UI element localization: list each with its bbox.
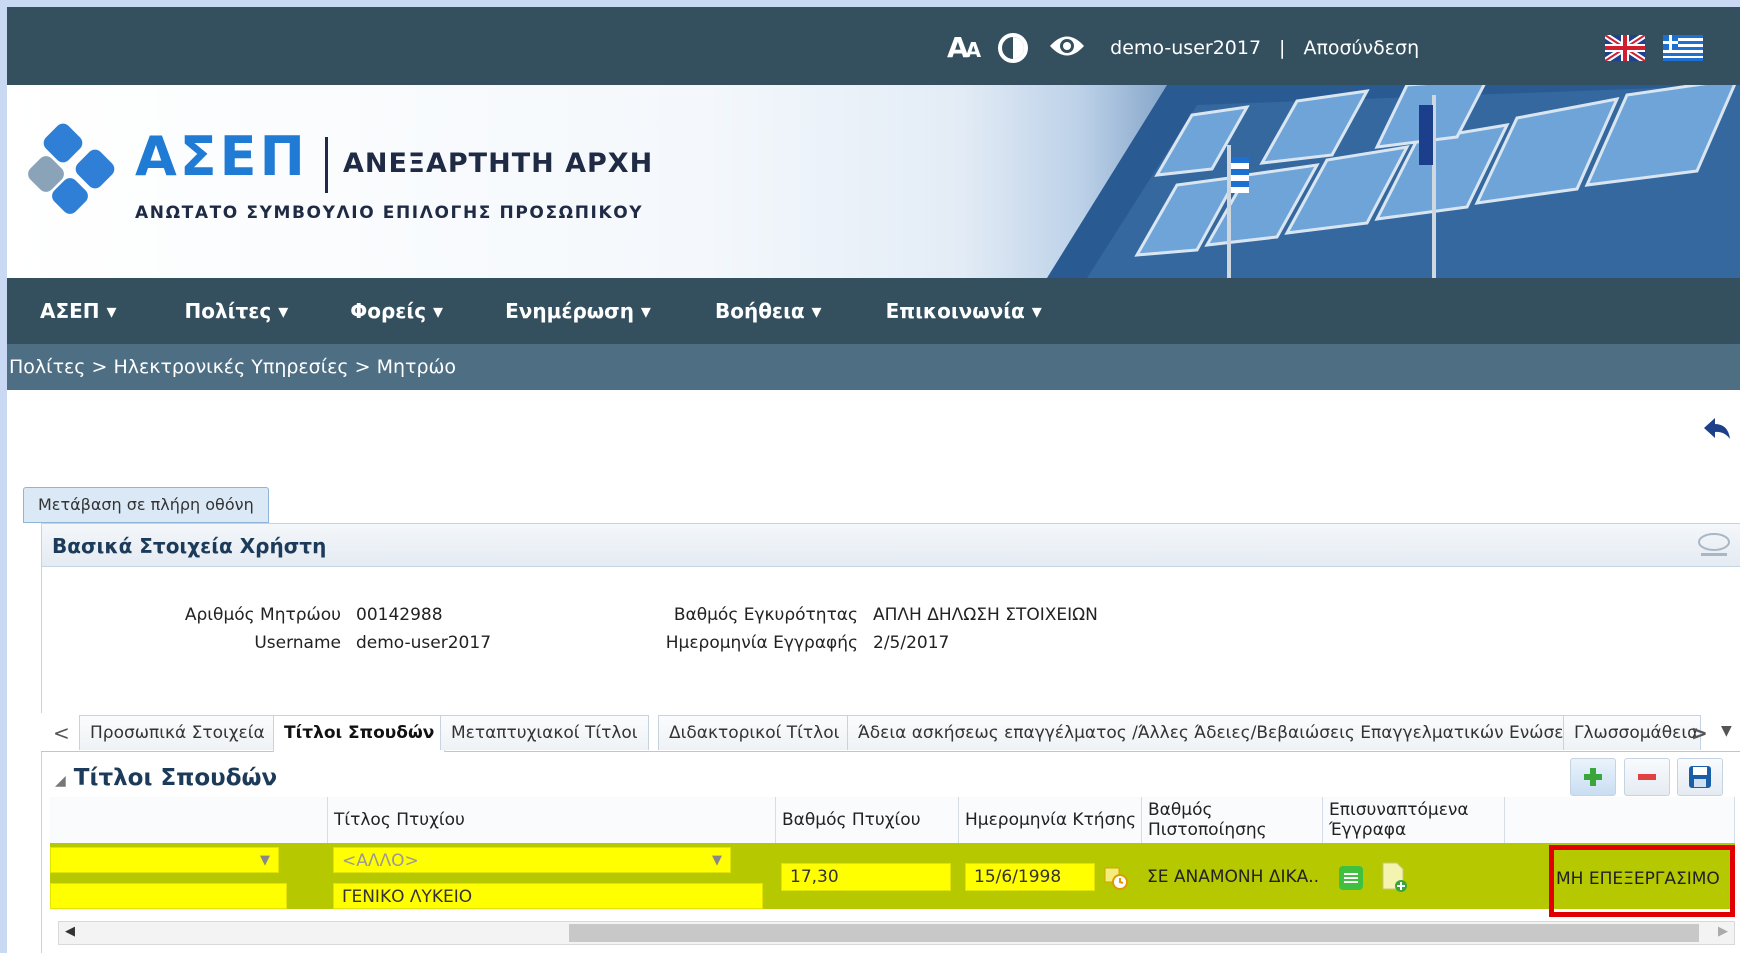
- type-text-field[interactable]: [50, 883, 287, 909]
- grid-title: ◢ Τίτλοι Σπουδών: [55, 765, 277, 791]
- degree-title-select-value: <ΑΛΛΟ>: [342, 851, 419, 871]
- logo-title: ΑΣΕΠ: [135, 125, 308, 188]
- uk-flag-icon[interactable]: [1605, 35, 1645, 61]
- tab-doctorate[interactable]: Διδακτορικοί Τίτλοι: [658, 715, 851, 750]
- page-frame: AA demo-user2017 | Αποσύνδεση ΑΣΕΠ ΑΝΕΞΑ…: [7, 7, 1740, 953]
- header-col0: [50, 797, 328, 843]
- minus-icon: [1638, 774, 1656, 780]
- nav-item-agencies[interactable]: Φορείς ▾: [350, 299, 443, 323]
- breadcrumb-text[interactable]: Πολίτες > Ηλεκτρονικές Υπηρεσίες > Μητρώ…: [7, 356, 456, 378]
- tab-bar: < Προσωπικά Στοιχεία Τίτλοι Σπουδών Μετα…: [41, 713, 1740, 752]
- registration-date-value: 2/5/2017: [873, 633, 950, 653]
- documents-list-icon[interactable]: [1338, 865, 1364, 891]
- username-label: demo-user2017: [1110, 36, 1262, 59]
- horizontal-scrollbar[interactable]: ◀ ▶: [58, 921, 1735, 945]
- main-nav: ΑΣΕΠ ▾ Πολίτες ▾ Φορείς ▾ Ενημέρωση ▾ Βο…: [7, 278, 1740, 344]
- logo-subtitle: ΑΝΩΤΑΤΟ ΣΥΜΒΟΥΛΙΟ ΕΠΙΛΟΓΗΣ ΠΡΟΣΩΠΙΚΟΥ: [135, 203, 644, 223]
- plus-icon: [1584, 768, 1602, 786]
- status-cell: ΜΗ ΕΠΕΞΕΡΓΑΣΙΜΟ: [1549, 845, 1735, 917]
- type-select[interactable]: ▼: [50, 847, 279, 873]
- grid-title-text: Τίτλοι Σπουδών: [73, 765, 278, 791]
- nav-item-asep[interactable]: ΑΣΕΠ ▾: [40, 299, 117, 323]
- asep-logo-icon: [28, 123, 115, 214]
- header-grade[interactable]: Βαθμός Πτυχίου: [776, 797, 959, 843]
- scrollbar-thumb[interactable]: [569, 924, 1699, 942]
- logo-authority: ΑΝΕΞΑΡΤΗΤΗ ΑΡΧΗ: [343, 148, 654, 179]
- tab-personal[interactable]: Προσωπικά Στοιχεία: [79, 715, 276, 750]
- registry-number-label: Αριθμός Μητρώου: [184, 605, 341, 625]
- font-size-icon[interactable]: AA: [947, 31, 981, 64]
- validity-value: ΑΠΛΗ ΔΗΛΩΣΗ ΣΤΟΙΧΕΙΩΝ: [873, 605, 1098, 625]
- nav-item-contact[interactable]: Επικοινωνία ▾: [886, 299, 1042, 323]
- user-info-header: Βασικά Στοιχεία Χρήστη: [42, 524, 1740, 567]
- degree-title-select[interactable]: <ΑΛΛΟ> ▼: [333, 847, 731, 873]
- building-image: [1047, 85, 1740, 278]
- logo-divider: [325, 137, 328, 193]
- logout-link[interactable]: Αποσύνδεση: [1303, 37, 1419, 59]
- header-status: [1505, 797, 1735, 843]
- tab-prev-button[interactable]: <: [53, 721, 70, 745]
- scroll-left-icon[interactable]: ◀: [65, 924, 75, 939]
- tab-languages[interactable]: Γλωσσομάθεια: [1563, 715, 1701, 750]
- degree-title-field[interactable]: ΓΕΝΙΚΟ ΛΥΚΕΙΟ: [333, 883, 763, 909]
- header-date[interactable]: Ημερομηνία Κτήσης: [959, 797, 1142, 843]
- username-field-label: Username: [254, 633, 341, 653]
- tab-licenses[interactable]: Άδεια ασκήσεως επαγγέλματος /Άλλες Άδειε…: [847, 715, 1599, 750]
- header-title[interactable]: Τίτλος Πτυχίου: [328, 797, 776, 843]
- nav-item-citizens[interactable]: Πολίτες ▾: [185, 299, 289, 323]
- calendar-clock-icon[interactable]: [1103, 865, 1129, 891]
- registration-date-label: Ημερομηνία Εγγραφής: [665, 633, 858, 653]
- comment-icon[interactable]: [1697, 532, 1731, 558]
- user-info-title: Βασικά Στοιχεία Χρήστη: [52, 534, 327, 558]
- greek-flag-icon[interactable]: [1663, 35, 1703, 61]
- registry-number-value: 00142988: [356, 605, 443, 625]
- contrast-icon[interactable]: [998, 32, 1029, 63]
- tab-menu-button[interactable]: ▼: [1721, 723, 1732, 739]
- breadcrumb: Πολίτες > Ηλεκτρονικές Υπηρεσίες > Μητρώ…: [7, 344, 1740, 390]
- back-arrow-icon[interactable]: [1702, 417, 1732, 443]
- validity-label: Βαθμός Εγκυρότητας: [673, 605, 858, 625]
- grade-field[interactable]: 17,30: [781, 863, 951, 891]
- add-row-button[interactable]: [1570, 758, 1616, 796]
- tab-postgraduate[interactable]: Μεταπτυχιακοί Τίτλοι: [440, 715, 649, 750]
- date-field[interactable]: 15/6/1998: [965, 863, 1095, 891]
- header-banner: ΑΣΕΠ ΑΝΕΞΑΡΤΗΤΗ ΑΡΧΗ ΑΝΩΤΑΤΟ ΣΥΜΒΟΥΛΙΟ Ε…: [7, 85, 1740, 278]
- tab-next-button[interactable]: >: [1691, 721, 1708, 745]
- nav-item-help[interactable]: Βοήθεια ▾: [715, 299, 822, 323]
- save-icon: [1689, 766, 1711, 788]
- tab-degrees[interactable]: Τίτλοι Σπουδών: [273, 715, 446, 752]
- cert-value: ΣΕ ΑΝΑΜΟΝΗ ΔΙΚΑ...: [1147, 867, 1319, 887]
- fullscreen-button[interactable]: Μετάβαση σε πλήρη οθόνη: [23, 487, 269, 523]
- header-attachments[interactable]: Επισυναπτόμενα Έγγραφα: [1323, 797, 1505, 843]
- nav-item-news[interactable]: Ενημέρωση ▾: [505, 299, 651, 323]
- collapse-icon[interactable]: ◢: [55, 773, 66, 789]
- table-row[interactable]: ▼ <ΑΛΛΟ> ▼ ΓΕΝΙΚΟ ΛΥΚΕΙΟ 17,30 15/6/1998…: [50, 843, 1735, 909]
- scroll-right-icon[interactable]: ▶: [1718, 924, 1728, 939]
- top-tools: AA demo-user2017 | Αποσύνδεση: [947, 31, 1419, 64]
- status-value: ΜΗ ΕΠΕΞΕΡΓΑΣΙΜΟ: [1556, 869, 1720, 889]
- separator: |: [1279, 36, 1286, 59]
- eye-icon[interactable]: [1048, 33, 1086, 63]
- delete-row-button[interactable]: [1624, 758, 1670, 796]
- username-field-value: demo-user2017: [356, 633, 492, 653]
- save-button[interactable]: [1677, 758, 1723, 796]
- add-document-icon[interactable]: [1380, 861, 1408, 893]
- header-cert[interactable]: Βαθμός Πιστοποίησης: [1142, 797, 1323, 843]
- top-bar: AA demo-user2017 | Αποσύνδεση: [7, 7, 1740, 85]
